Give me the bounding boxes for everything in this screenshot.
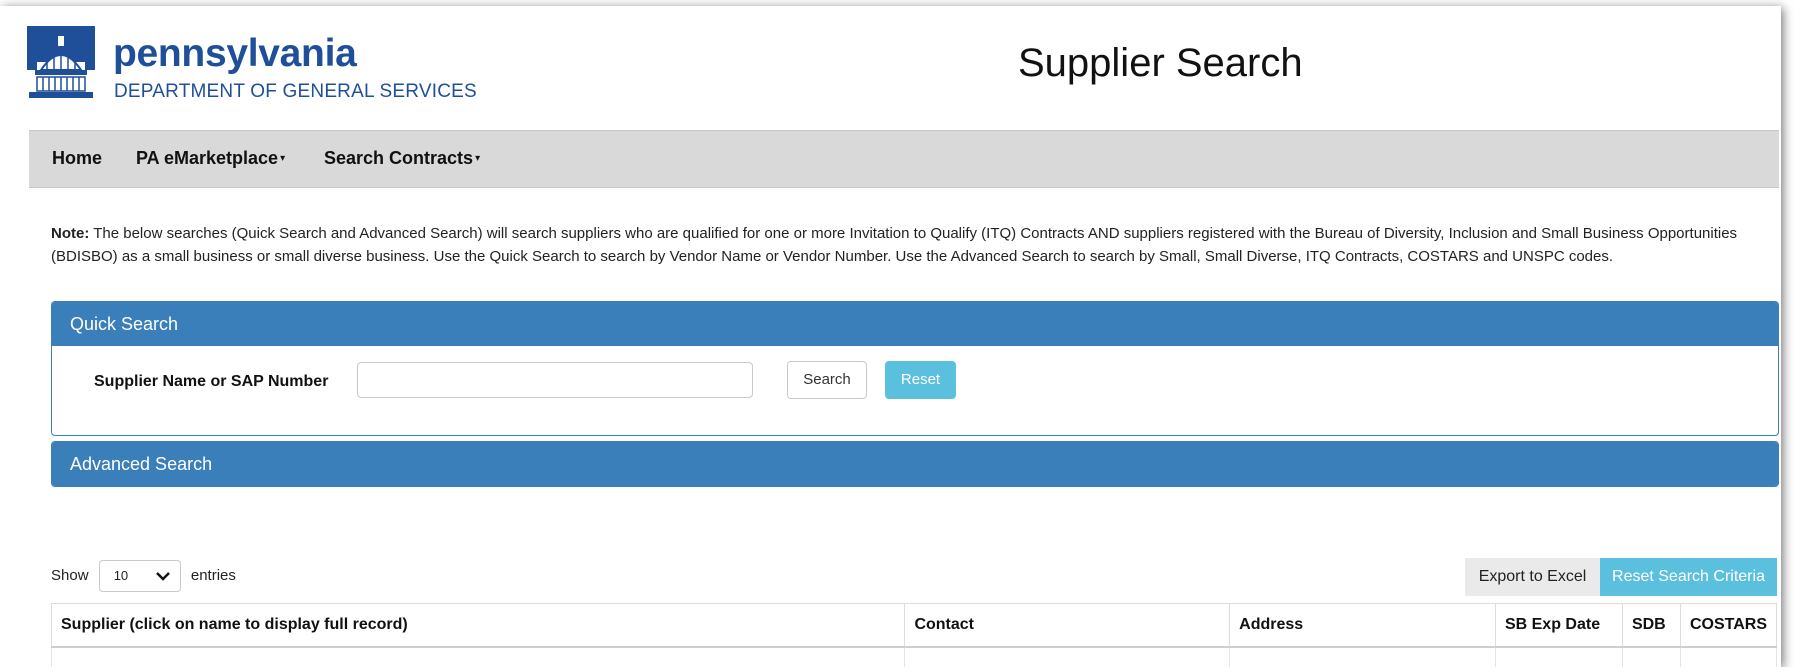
- nav-home[interactable]: Home: [52, 149, 102, 167]
- nav-home-label: Home: [52, 148, 103, 168]
- table-cell: [50, 646, 906, 667]
- table-header-row: Supplier (click on name to display full …: [50, 603, 1778, 648]
- caret-down-icon: ▾: [280, 153, 286, 165]
- table-cell: [904, 646, 1231, 667]
- note-text: The below searches (Quick Search and Adv…: [51, 225, 1738, 265]
- advanced-search-header[interactable]: Advanced Search: [52, 442, 1778, 486]
- reset-search-criteria-button[interactable]: Reset Search Criteria: [1600, 558, 1777, 596]
- supplier-search-input[interactable]: [357, 362, 753, 398]
- quick-search-button[interactable]: Search: [787, 361, 867, 399]
- logo-wordmark: pennsylvania: [113, 32, 357, 75]
- nav-pa-emarketplace-label: PA eMarketplace: [136, 148, 279, 168]
- caret-down-icon: ▾: [475, 153, 481, 165]
- col-sdb[interactable]: SDB: [1621, 603, 1681, 648]
- site-header: pennsylvania DEPARTMENT OF GENERAL SERVI…: [0, 6, 1781, 130]
- quick-reset-button[interactable]: Reset: [885, 361, 956, 399]
- supplier-search-label: Supplier Name or SAP Number: [94, 373, 329, 390]
- quick-search-body: Supplier Name or SAP Number Search Reset: [52, 346, 1778, 435]
- table-cell: [1229, 646, 1496, 667]
- note-lead: Note:: [51, 225, 90, 242]
- entries-control: Show 10 entries: [51, 559, 236, 593]
- table-cell: [1494, 646, 1623, 667]
- advanced-search-panel: Advanced Search: [51, 441, 1779, 487]
- nav-pa-emarketplace[interactable]: PA eMarketplace ▾: [136, 149, 285, 167]
- quick-search-header[interactable]: Quick Search: [52, 302, 1778, 346]
- nav-search-contracts[interactable]: Search Contracts ▾: [324, 149, 480, 167]
- col-sb-exp-date[interactable]: SB Exp Date: [1494, 603, 1623, 648]
- col-supplier[interactable]: Supplier (click on name to display full …: [50, 603, 906, 648]
- main-navbar: Home PA eMarketplace ▾ Search Contracts ▾: [29, 130, 1779, 188]
- table-cell: [1621, 646, 1681, 667]
- col-costars[interactable]: COSTARS: [1679, 603, 1778, 648]
- show-label: Show: [51, 567, 89, 584]
- pa-dgs-logo[interactable]: pennsylvania DEPARTMENT OF GENERAL SERVI…: [27, 26, 477, 112]
- capitol-dome-icon: [27, 26, 95, 98]
- entries-label: entries: [190, 567, 236, 584]
- entries-value: 10: [113, 568, 129, 584]
- page-title: Supplier Search: [1018, 41, 1303, 85]
- table-row: [50, 646, 1778, 667]
- col-address[interactable]: Address: [1229, 603, 1496, 648]
- chevron-down-icon: [155, 572, 170, 581]
- logo-department: DEPARTMENT OF GENERAL SERVICES: [114, 81, 477, 102]
- entries-select[interactable]: 10: [98, 560, 181, 593]
- search-note: Note: The below searches (Quick Search a…: [51, 222, 1751, 268]
- page-frame: pennsylvania DEPARTMENT OF GENERAL SERVI…: [0, 6, 1781, 667]
- col-contact[interactable]: Contact: [904, 603, 1231, 648]
- quick-search-panel: Quick Search Supplier Name or SAP Number…: [51, 301, 1779, 436]
- nav-search-contracts-label: Search Contracts: [324, 148, 474, 168]
- export-excel-button[interactable]: Export to Excel: [1465, 558, 1600, 596]
- table-cell: [1679, 646, 1778, 667]
- results-table: Supplier (click on name to display full …: [50, 603, 1778, 667]
